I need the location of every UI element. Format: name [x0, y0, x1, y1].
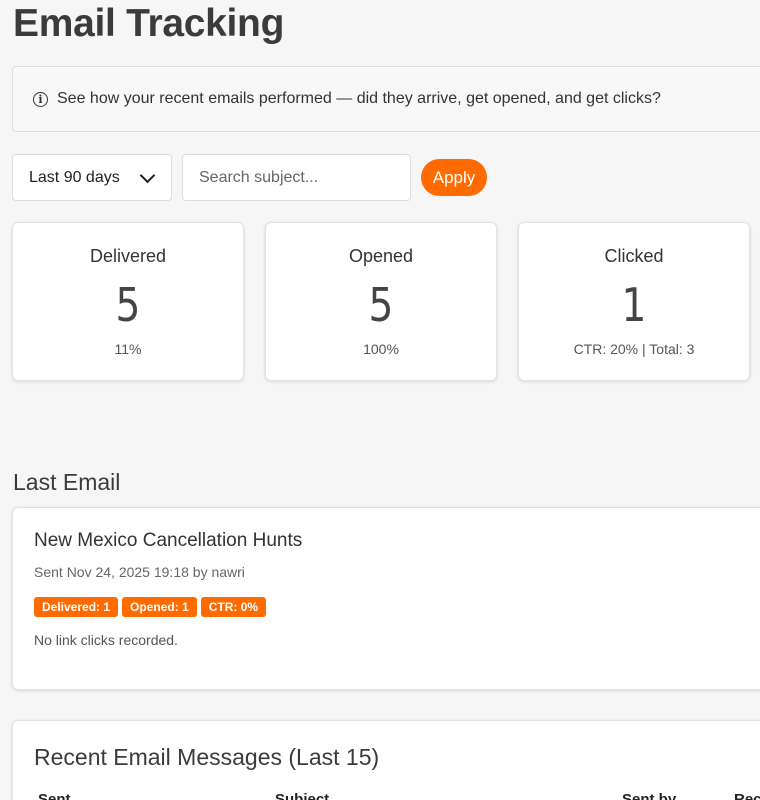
- badge-row: Delivered: 1 Opened: 1 CTR: 0%: [34, 597, 267, 617]
- status-badge-delivered: Delivered: 1: [34, 597, 119, 617]
- stat-sub: CTR: 20% | Total: 3: [573, 341, 695, 357]
- info-circle-icon: i: [33, 91, 48, 107]
- status-badge-ctr: CTR: 0%: [200, 597, 267, 617]
- stat-sub: 11%: [114, 341, 142, 357]
- stat-card-opened: Opened 5 100%: [265, 222, 497, 381]
- last-email-heading: Last Email: [13, 469, 121, 495]
- column-header-subject[interactable]: Subject: [275, 791, 329, 800]
- stat-label: Opened: [348, 246, 414, 266]
- last-email-meta: Sent Nov 24, 2025 19:18 by nawri: [34, 564, 245, 580]
- last-email-card: New Mexico Cancellation Hunts Sent Nov 2…: [12, 507, 760, 690]
- stat-label: Delivered: [89, 246, 167, 266]
- stat-card-delivered: Delivered 5 11%: [12, 222, 244, 381]
- stat-value: 5: [115, 278, 141, 332]
- column-header-sent-by[interactable]: Sent by: [622, 791, 676, 800]
- date-range-value: Last 90 days: [29, 168, 120, 186]
- page: Email Tracking i See how your recent ema…: [0, 0, 760, 800]
- stat-label: Clicked: [604, 246, 664, 266]
- stat-card-clicked: Clicked 1 CTR: 20% | Total: 3: [518, 222, 750, 381]
- page-title: Email Tracking: [13, 2, 285, 45]
- apply-button[interactable]: Apply: [421, 159, 487, 196]
- last-email-note: No link clicks recorded.: [34, 632, 178, 648]
- last-email-subject: New Mexico Cancellation Hunts: [34, 530, 303, 551]
- info-text: See how your recent emails performed — d…: [57, 90, 661, 107]
- column-header-recipients[interactable]: Rec: [734, 791, 760, 800]
- status-badge-opened: Opened: 1: [122, 597, 197, 617]
- search-subject-input[interactable]: [182, 154, 411, 201]
- recent-messages-title: Recent Email Messages (Last 15): [34, 744, 380, 770]
- stat-sub: 100%: [363, 341, 399, 357]
- info-banner: i See how your recent emails performed —…: [12, 66, 760, 132]
- stat-value: 5: [368, 278, 394, 332]
- date-range-select[interactable]: Last 90 days: [12, 154, 172, 201]
- recent-messages-card: Recent Email Messages (Last 15) Sent Sub…: [12, 720, 760, 800]
- chevron-down-icon: [139, 167, 156, 184]
- stat-value: 1: [621, 278, 647, 332]
- column-header-sent[interactable]: Sent: [38, 791, 71, 800]
